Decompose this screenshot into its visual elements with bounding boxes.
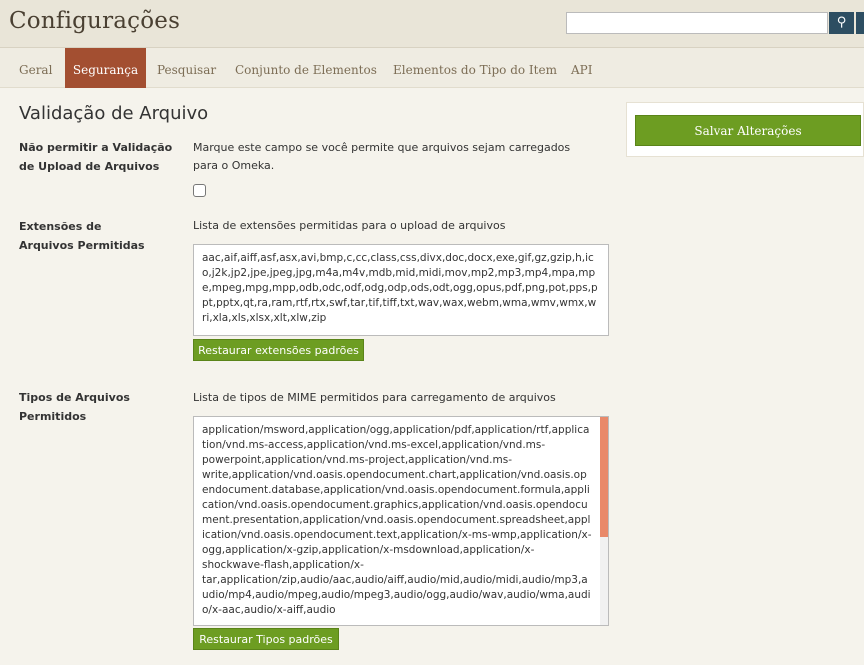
mime-types-explanation: Lista de tipos de MIME permitidos para c… xyxy=(193,391,556,404)
tab-bar: Geral Segurança Pesquisar Conjunto de El… xyxy=(0,48,864,88)
tab-geral[interactable]: Geral xyxy=(19,48,52,88)
search-button[interactable]: ⚲ xyxy=(829,12,854,34)
tab-elementos-do-tipo-do-item[interactable]: Elementos do Tipo do Item xyxy=(393,48,557,88)
section-title: Validação de Arquivo xyxy=(19,103,209,124)
extensions-label: Extensões de Arquivos Permitidas xyxy=(19,220,145,252)
search-input[interactable] xyxy=(566,12,828,34)
header: Configurações ⚲ xyxy=(0,0,864,48)
restore-extensions-button[interactable]: Restaurar extensões padrões xyxy=(193,339,364,361)
search-icon: ⚲ xyxy=(836,15,847,30)
disable-validation-explanation: Marque este campo se você permite que ar… xyxy=(193,141,571,172)
extensions-explanation: Lista de extensões permitidas para o upl… xyxy=(193,219,506,232)
extensions-textarea[interactable]: aac,aif,aiff,asf,asx,avi,bmp,c,cc,class,… xyxy=(193,244,609,336)
tab-seguranca[interactable]: Segurança xyxy=(65,48,146,88)
tab-api[interactable]: API xyxy=(571,48,592,88)
restore-mime-types-button[interactable]: Restaurar Tipos padrões xyxy=(193,628,339,650)
page-title: Configurações xyxy=(9,8,181,34)
tab-conjunto-de-elementos[interactable]: Conjunto de Elementos xyxy=(235,48,377,88)
mime-types-label: Tipos de Arquivos Permitidos xyxy=(19,391,130,423)
disable-validation-label: Não permitir a Validação de Upload de Ar… xyxy=(19,141,173,173)
mime-types-textarea[interactable]: application/msword,application/ogg,appli… xyxy=(193,416,609,626)
mime-types-scrollbar-thumb[interactable] xyxy=(600,417,608,537)
save-changes-button[interactable]: Salvar Alterações xyxy=(635,115,861,146)
tab-pesquisar[interactable]: Pesquisar xyxy=(157,48,216,88)
search-options-button[interactable] xyxy=(856,12,864,34)
disable-validation-checkbox[interactable] xyxy=(193,184,206,197)
